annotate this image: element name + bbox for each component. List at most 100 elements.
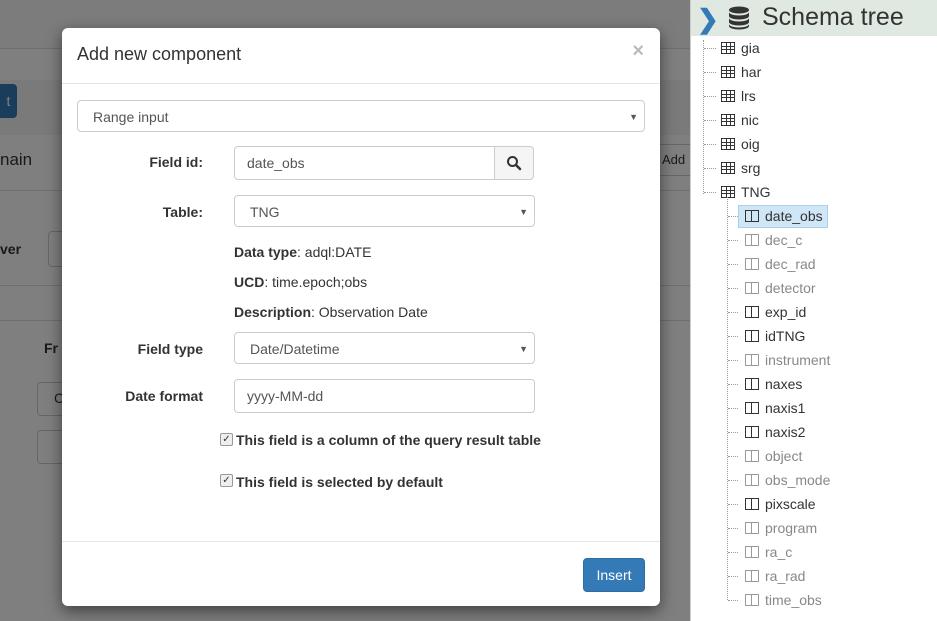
table-select-value: TNG [250, 204, 280, 220]
column-icon [745, 234, 759, 246]
tree-branch-line [728, 528, 738, 529]
tree-column-item[interactable]: idTNG [691, 325, 931, 347]
tree-branch-line [728, 408, 738, 409]
tree-table-item[interactable]: har [691, 61, 931, 83]
database-icon [729, 6, 749, 30]
tree-table-label: nic [741, 112, 759, 128]
table-icon [721, 66, 735, 78]
tree-column-label: dec_c [765, 232, 803, 248]
field-type-value: Date/Datetime [250, 341, 340, 357]
tree-branch-line [728, 576, 738, 577]
tree-column-item[interactable]: ra_c [691, 541, 931, 563]
tree-branch-line [728, 312, 738, 313]
field-id-value: date_obs [247, 155, 305, 171]
schema-tree-sidebar: ❯ Schema tree gia har lrs nic oig srg TNG date_… [690, 0, 937, 621]
tree-column-item[interactable]: time_obs [691, 589, 931, 611]
tree-column-item[interactable]: dec_c [691, 229, 931, 251]
modal-footer-divider [62, 541, 660, 542]
tree-column-item[interactable]: detector [691, 277, 931, 299]
insert-button[interactable]: Insert [583, 558, 645, 592]
date-format-input[interactable]: yyyy-MM-dd [234, 379, 535, 413]
column-icon [745, 282, 759, 294]
tree-table-label: gia [741, 40, 760, 56]
column-icon [745, 378, 759, 390]
table-select[interactable]: TNG ▼ [234, 195, 535, 227]
column-icon [745, 498, 759, 510]
column-icon [745, 354, 759, 366]
data-type-value: : adql:DATE [297, 244, 372, 260]
caret-down-icon: ▼ [519, 344, 528, 354]
column-icon [745, 570, 759, 582]
tree-column-item[interactable]: instrument [691, 349, 931, 371]
tree-column-item[interactable]: pixscale [691, 493, 931, 515]
component-type-select[interactable]: Range input ▼ [77, 100, 645, 132]
close-icon[interactable]: × [632, 40, 644, 63]
tree-column-item[interactable]: obs_mode [691, 469, 931, 491]
tree-branch-line [704, 120, 716, 121]
chevron-right-icon[interactable]: ❯ [697, 4, 719, 35]
tree-branch-line [728, 600, 738, 601]
tree-table-label: TNG [741, 184, 771, 200]
column-icon [745, 210, 759, 222]
tree-branch-line [704, 144, 716, 145]
schema-tree-header: ❯ Schema tree [691, 0, 937, 36]
tree-column-item[interactable]: object [691, 445, 931, 467]
tree-column-label: naxes [765, 376, 803, 392]
tree-branch-line [728, 288, 738, 289]
tree-column-item[interactable]: program [691, 517, 931, 539]
table-label: Table: [162, 204, 203, 220]
tree-column-item[interactable]: ra_rad [691, 565, 931, 587]
schema-tree-title: Schema tree [762, 3, 904, 31]
tree-column-label: detector [765, 280, 816, 296]
caret-down-icon: ▼ [629, 112, 638, 122]
tree-column-label: ra_c [765, 544, 793, 560]
tree-branch-line [728, 216, 738, 217]
tree-column-item[interactable]: exp_id [691, 301, 931, 323]
tree-column-label: dec_rad [765, 256, 816, 272]
column-checkbox[interactable]: ✓ [220, 433, 233, 446]
tree-table-label: srg [741, 160, 761, 176]
tree-table-label: har [741, 64, 762, 80]
column-icon [745, 306, 759, 318]
tree-column-item[interactable]: naxis2 [691, 421, 931, 443]
tree-column-label: obs_mode [765, 472, 831, 488]
tree-column-label: exp_id [765, 304, 807, 320]
data-type-label: Data type [234, 244, 298, 260]
field-id-input[interactable]: date_obs [234, 146, 495, 180]
description-info: Description: Observation Date [234, 304, 428, 320]
tree-branch-line [728, 552, 738, 553]
tree-column-label: object [765, 448, 803, 464]
tree-table-item[interactable]: oig [691, 133, 931, 155]
component-type-value: Range input [93, 109, 169, 125]
tree-branch-line [728, 432, 738, 433]
tree-column-label: naxis1 [765, 400, 806, 416]
tree-table-item[interactable]: lrs [691, 85, 931, 107]
tree-table-item[interactable]: gia [691, 37, 931, 59]
tree-column-label: instrument [765, 352, 831, 368]
description-value: : Observation Date [311, 304, 428, 320]
field-type-select[interactable]: Date/Datetime ▼ [234, 332, 535, 364]
column-icon [745, 258, 759, 270]
tree-branch-line [728, 264, 738, 265]
modal-title: Add new component [77, 44, 242, 64]
tree-column-label: date_obs [765, 208, 823, 224]
column-icon [745, 450, 759, 462]
field-id-label: Field id: [149, 154, 203, 170]
selected-checkbox-label: This field is selected by default [236, 474, 443, 490]
tree-branch-line [704, 96, 716, 97]
tree-table-item[interactable]: nic [691, 109, 931, 131]
ucd-label: UCD [234, 274, 265, 290]
tree-column-item[interactable]: naxis1 [691, 397, 931, 419]
tree-column-item[interactable]: naxes [691, 373, 931, 395]
field-search-button[interactable] [494, 146, 534, 180]
column-icon [745, 402, 759, 414]
tree-column-item[interactable]: dec_rad [691, 253, 931, 275]
tree-table-item[interactable]: srg [691, 157, 931, 179]
selected-checkbox[interactable]: ✓ [220, 474, 233, 487]
tree-column-label: naxis2 [765, 424, 806, 440]
tree-column-label: program [765, 520, 818, 536]
tree-column-item[interactable]: date_obs [691, 205, 931, 228]
add-component-modal: Add new component × Range input ▼ Field … [62, 28, 660, 606]
column-checkbox-label: This field is a column of the query resu… [236, 432, 541, 448]
tree-column-label: pixscale [765, 496, 816, 512]
